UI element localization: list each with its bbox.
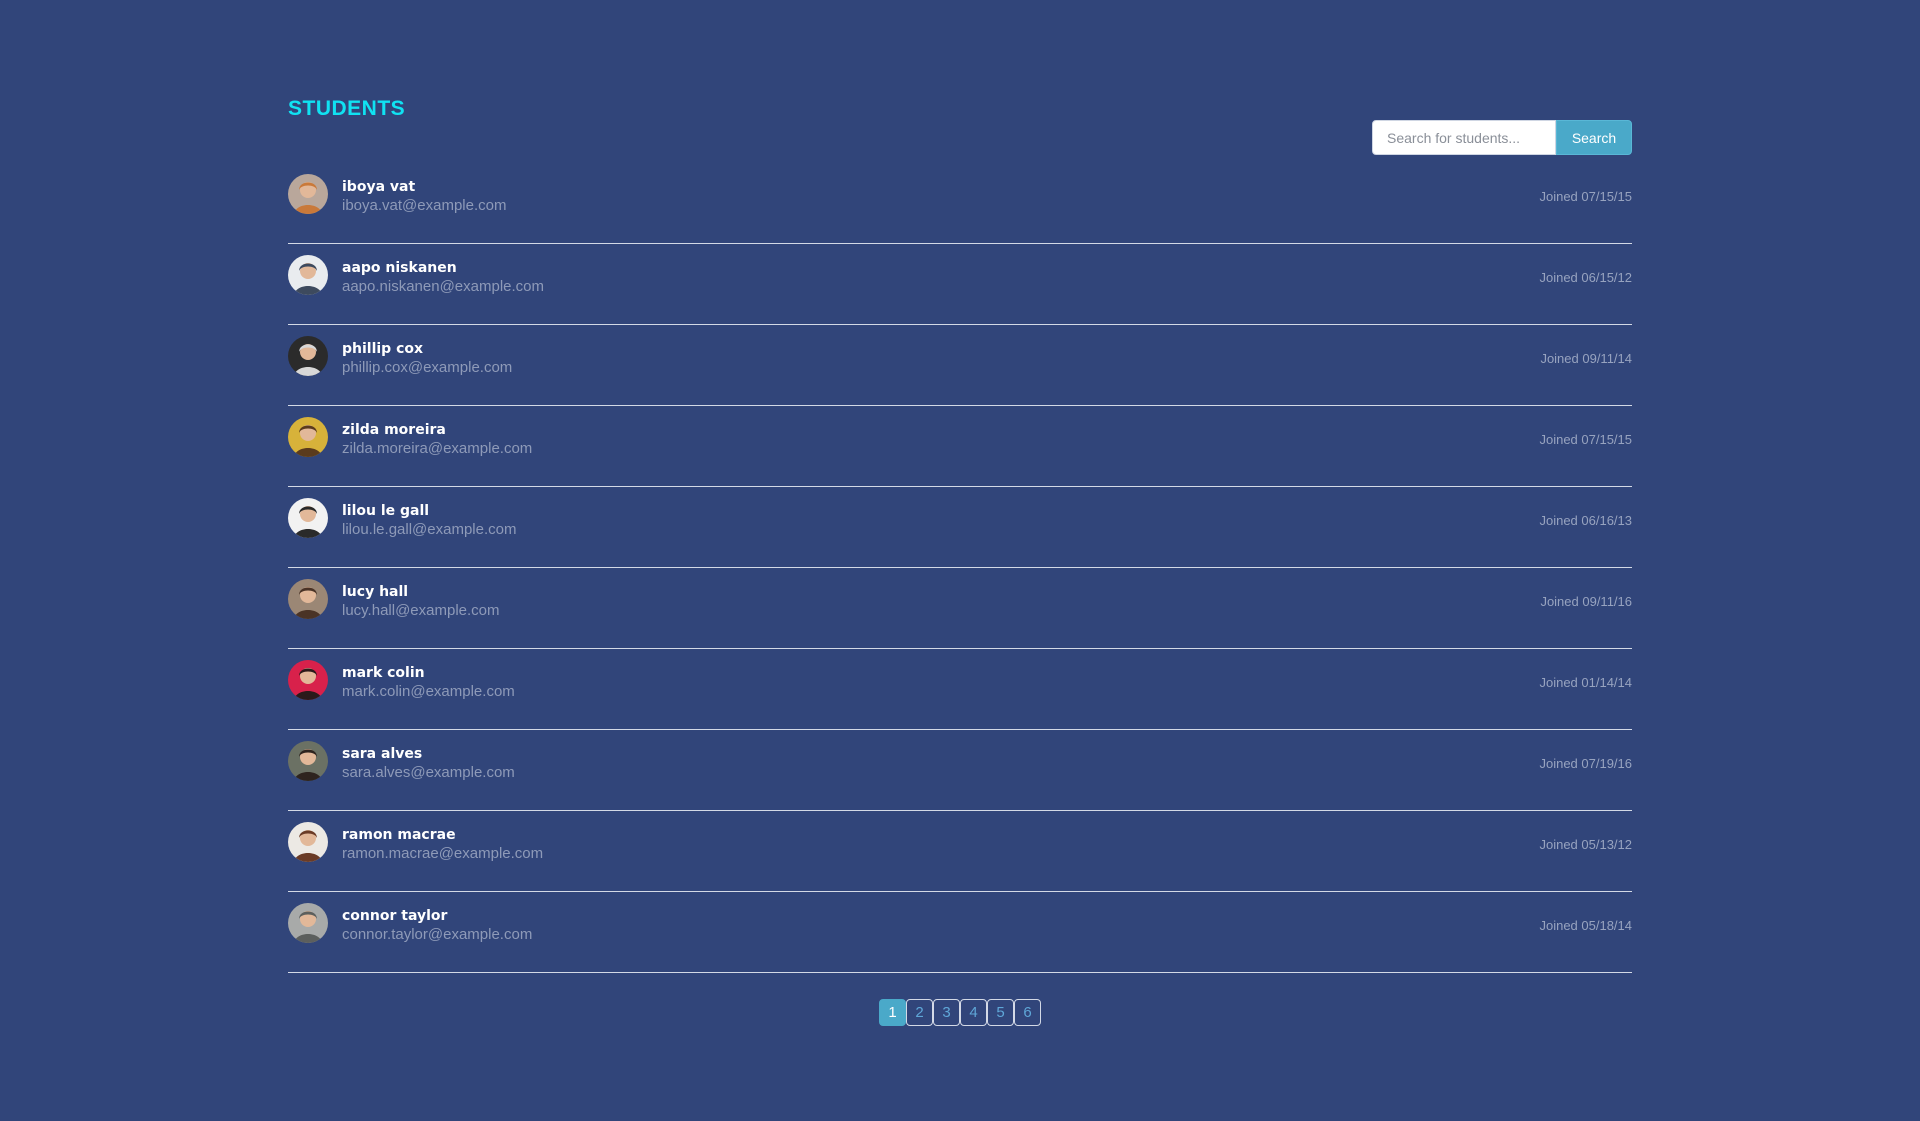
student-email: ramon.macrae@example.com [342, 845, 544, 862]
student-email: sara.alves@example.com [342, 764, 515, 781]
page-button-1[interactable]: 1 [879, 999, 906, 1026]
joined-date: Joined 07/19/16 [1539, 756, 1632, 771]
student-email: zilda.moreira@example.com [342, 440, 533, 457]
student-row[interactable]: sara alves sara.alves@example.com Joined 0… [288, 730, 1632, 811]
joined-date: Joined 06/15/12 [1539, 270, 1632, 285]
avatar [288, 498, 328, 538]
page-title: STUDENTS [288, 97, 406, 120]
avatar [288, 174, 328, 214]
avatar [288, 579, 328, 619]
student-name[interactable]: zilda moreira [342, 422, 446, 438]
page-button-2[interactable]: 2 [906, 999, 933, 1026]
student-name[interactable]: aapo niskanen [342, 260, 457, 276]
page-button-6[interactable]: 6 [1014, 999, 1041, 1026]
joined-date: Joined 07/15/15 [1539, 432, 1632, 447]
joined-date: Joined 09/11/16 [1540, 594, 1632, 609]
student-row[interactable]: connor taylor connor.taylor@example.com Jo… [288, 892, 1632, 973]
avatar [288, 255, 328, 295]
avatar [288, 741, 328, 781]
student-list: iboya vat iboya.vat@example.com Joined 07/… [288, 163, 1632, 973]
student-row[interactable]: zilda moreira zilda.moreira@example.com Jo… [288, 406, 1632, 487]
avatar [288, 660, 328, 700]
student-email: connor.taylor@example.com [342, 926, 533, 943]
student-row[interactable]: aapo niskanen aapo.niskanen@example.com Jo… [288, 244, 1632, 325]
student-row[interactable]: mark colin mark.colin@example.com Joined 0… [288, 649, 1632, 730]
student-row[interactable]: iboya vat iboya.vat@example.com Joined 07/… [288, 163, 1632, 244]
joined-date: Joined 05/18/14 [1539, 918, 1632, 933]
avatar [288, 822, 328, 862]
pagination: 123456 [879, 999, 1041, 1026]
joined-date: Joined 09/11/14 [1540, 351, 1632, 366]
page-button-5[interactable]: 5 [987, 999, 1014, 1026]
student-name[interactable]: sara alves [342, 746, 422, 762]
joined-date: Joined 01/14/14 [1539, 675, 1632, 690]
student-name[interactable]: ramon macrae [342, 827, 456, 843]
student-name[interactable]: lilou le gall [342, 503, 429, 519]
student-row[interactable]: phillip cox phillip.cox@example.com Joined… [288, 325, 1632, 406]
student-email: aapo.niskanen@example.com [342, 278, 545, 295]
student-email: mark.colin@example.com [342, 683, 515, 700]
student-name[interactable]: phillip cox [342, 341, 423, 357]
avatar [288, 417, 328, 457]
student-name[interactable]: lucy hall [342, 584, 408, 600]
page-button-3[interactable]: 3 [933, 999, 960, 1026]
student-email: iboya.vat@example.com [342, 197, 507, 214]
joined-date: Joined 05/13/12 [1539, 837, 1632, 852]
avatar [288, 336, 328, 376]
students-page: STUDENTS Search iboya vat iboya.vat@examp… [288, 0, 1632, 1121]
student-email: lucy.hall@example.com [342, 602, 500, 619]
student-name[interactable]: mark colin [342, 665, 425, 681]
joined-date: Joined 07/15/15 [1539, 189, 1632, 204]
student-row[interactable]: ramon macrae ramon.macrae@example.com Join… [288, 811, 1632, 892]
student-name[interactable]: connor taylor [342, 908, 447, 924]
student-email: phillip.cox@example.com [342, 359, 513, 376]
joined-date: Joined 06/16/13 [1539, 513, 1632, 528]
search-button[interactable]: Search [1556, 120, 1632, 155]
avatar [288, 903, 328, 943]
search-bar: Search [1372, 120, 1632, 155]
student-name[interactable]: iboya vat [342, 179, 415, 195]
search-input[interactable] [1372, 120, 1556, 155]
page-button-4[interactable]: 4 [960, 999, 987, 1026]
student-row[interactable]: lilou le gall lilou.le.gall@example.com Jo… [288, 487, 1632, 568]
student-email: lilou.le.gall@example.com [342, 521, 517, 538]
student-row[interactable]: lucy hall lucy.hall@example.com Joined 09/… [288, 568, 1632, 649]
